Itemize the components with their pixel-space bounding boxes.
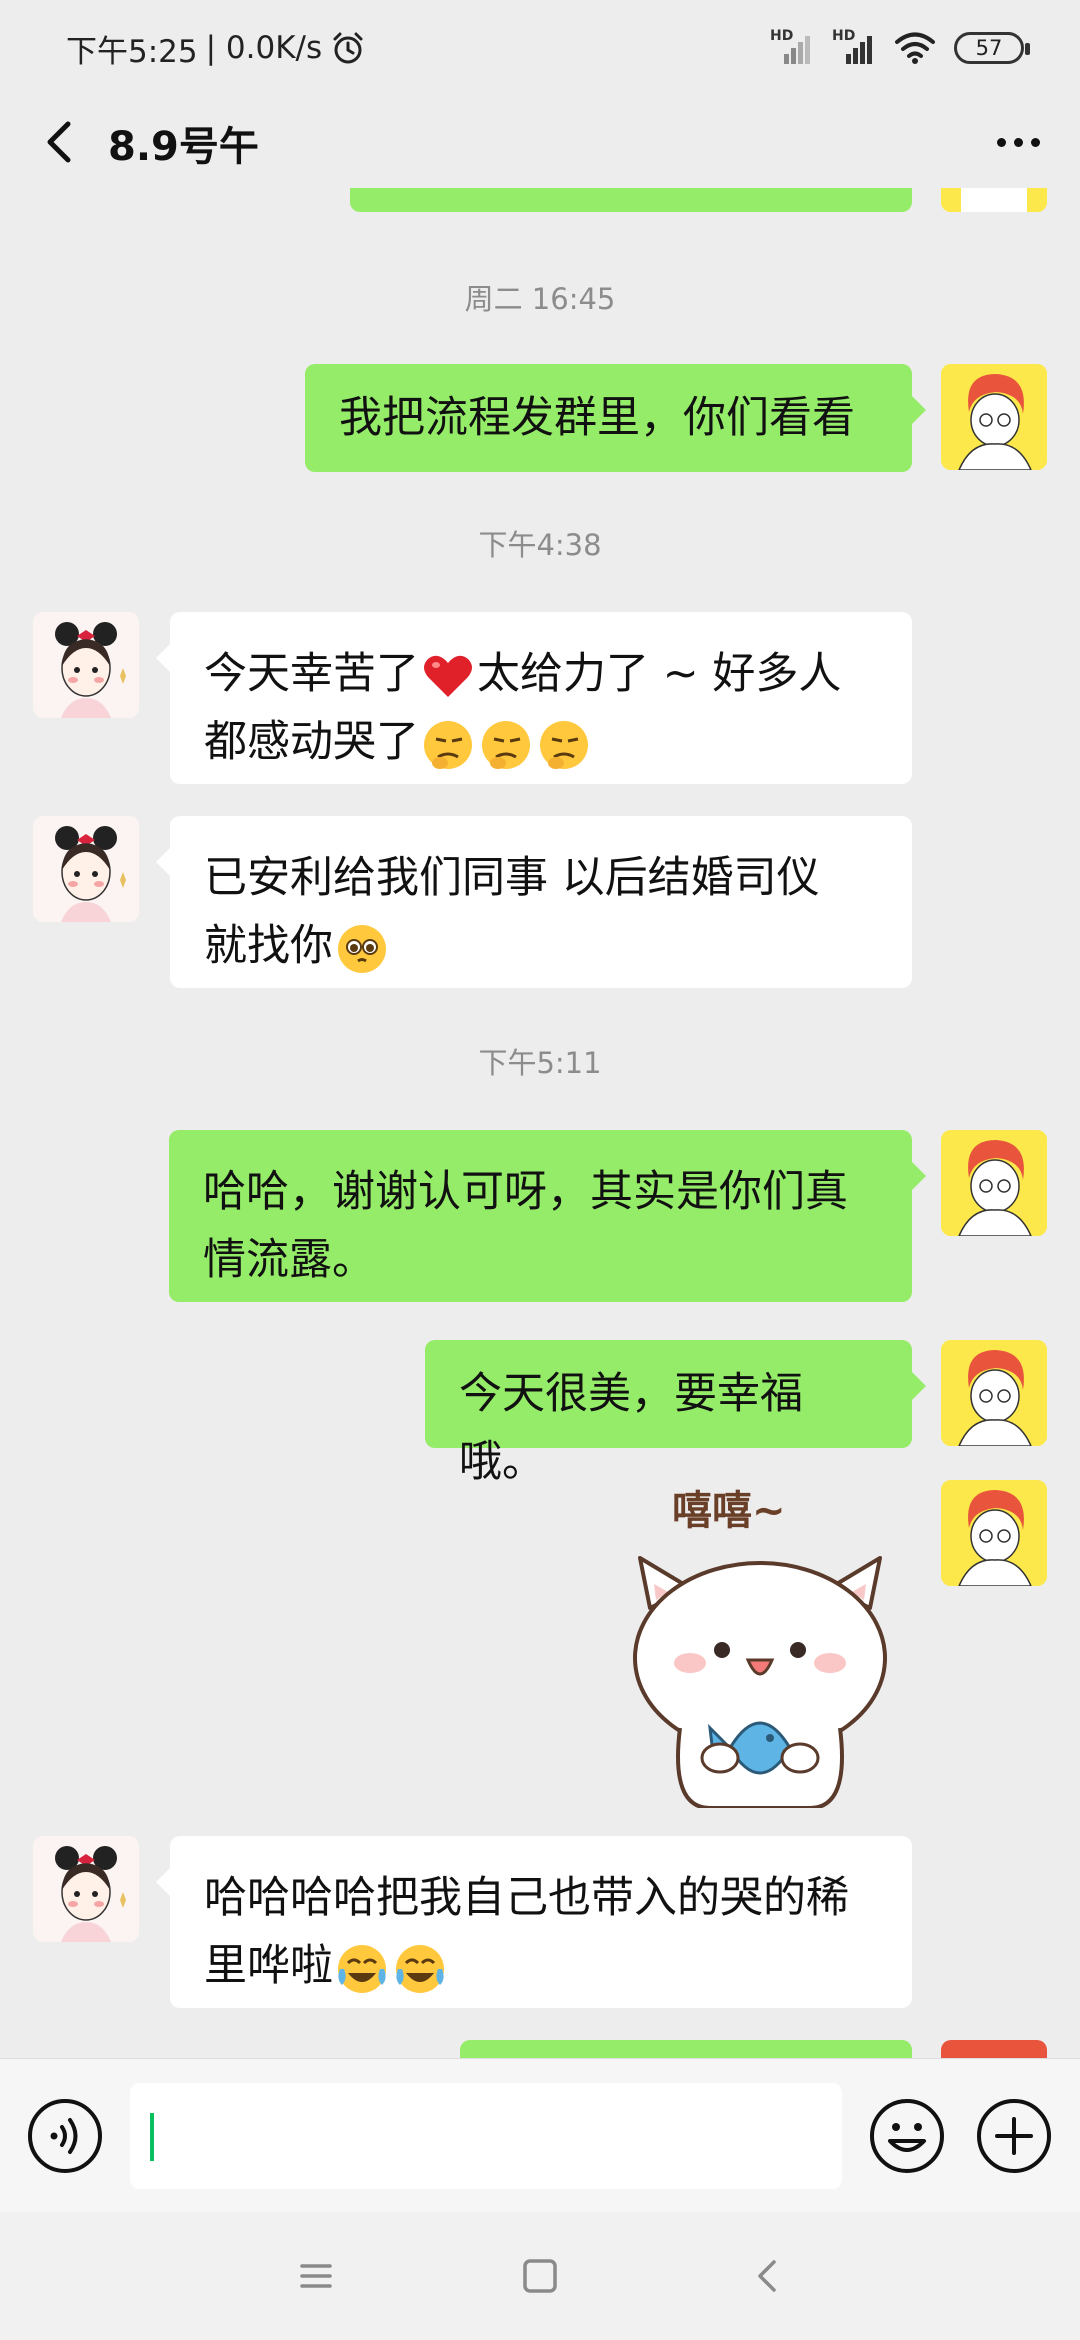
previous-message-bubble[interactable] [350, 188, 912, 212]
message-line: 情流露。 [203, 1235, 375, 1285]
menu-icon [300, 2264, 332, 2288]
more-functions-button[interactable] [975, 2097, 1053, 2175]
message-line: 里哗啦 [204, 1932, 878, 2000]
nav-menu-button[interactable] [292, 2252, 340, 2300]
contact-avatar[interactable] [33, 816, 139, 922]
input-bar [0, 2058, 1080, 2212]
plus-icon [977, 2099, 1051, 2173]
avatar-boy-icon [941, 188, 1047, 212]
message-line: 已安利给我们同事 以后结婚司仪 [204, 853, 820, 903]
sent-message-bubble[interactable]: 哈哈，谢谢认可呀，其实是你们真 情流露。 [169, 1130, 926, 1302]
status-left: 下午5:25 | 0.0K/s [66, 26, 366, 70]
signal-1: HD [770, 28, 814, 68]
chevron-left-icon [47, 121, 71, 163]
chat-header: 8.9号午 [0, 96, 1080, 188]
battery-indicator: 57 [954, 32, 1030, 64]
emoji-icon [870, 2099, 944, 2173]
timestamp: 周二 16:45 [464, 282, 616, 316]
nav-home-button[interactable] [516, 2252, 564, 2300]
wifi-icon [895, 32, 935, 64]
message-line: 哈哈哈哈把我自己也带入的哭的稀 [204, 1873, 849, 1923]
nav-back-button[interactable] [744, 2252, 792, 2300]
more-dot [1030, 137, 1040, 147]
message-text: 今天幸苦了 [204, 649, 419, 699]
more-dots-icon [996, 137, 1006, 147]
message-line: 都感动哭了 [204, 708, 878, 776]
message-line: 今天幸苦了 太给力了 ~ 好多人 [204, 640, 878, 708]
chat-area[interactable]: 周二 16:45 我把流程发群里，你们看看 下午4:38 今天幸苦了 太给力了 … [0, 188, 1080, 2058]
cat-holding-fish-icon [633, 1556, 887, 1808]
status-right: HD HD 57 [770, 24, 1030, 72]
message-line: 就找你 [204, 912, 878, 980]
message-text: 我把流程发群里，你们看看 [339, 393, 855, 443]
sent-message-bubble[interactable]: 我把流程发群里，你们看看 [305, 364, 926, 472]
emoji-button[interactable] [868, 2097, 946, 2175]
avatar-boy-icon [941, 1340, 1047, 1446]
next-message-bubble[interactable] [460, 2040, 912, 2058]
avatar-boy-icon [941, 1480, 1047, 1586]
sent-message-bubble[interactable]: 今天很美，要幸福哦。 [425, 1340, 926, 1487]
face-emoji-icon [482, 720, 530, 769]
more-dot [1013, 137, 1023, 147]
text-caret [150, 2113, 154, 2161]
received-message-bubble[interactable]: 哈哈哈哈把我自己也带入的哭的稀 里哗啦 [156, 1836, 912, 2008]
message-text: 就找你 [204, 921, 333, 971]
message-text: 都感动哭了 [204, 717, 419, 767]
pleading-face-icon [338, 924, 386, 973]
status-time: 下午5:25 [66, 33, 198, 70]
my-avatar[interactable] [941, 1480, 1047, 1586]
avatar-boy-icon [941, 1130, 1047, 1236]
next-avatar[interactable] [941, 2040, 1047, 2058]
signal-bars-icon [846, 36, 872, 64]
voice-icon [28, 2099, 102, 2173]
message-input[interactable] [130, 2083, 842, 2189]
cat-sticker[interactable]: 嘻嘻~ [610, 1478, 910, 1808]
red-heart-icon [424, 655, 472, 697]
back-triangle-icon [758, 2260, 776, 2292]
face-emoji-icon [424, 720, 472, 769]
avatar-girl-icon [33, 1836, 139, 1942]
signal-2: HD [832, 28, 876, 68]
avatar-girl-icon [33, 816, 139, 922]
sticker-caption: 嘻嘻~ [672, 1488, 786, 1534]
battery-level: 57 [975, 36, 1003, 60]
alarm-icon [333, 32, 363, 64]
network-speed: | 0.0K/s [205, 30, 323, 66]
my-avatar[interactable] [941, 364, 1047, 470]
status-bar: 下午5:25 | 0.0K/s HD HD 57 [0, 0, 1080, 96]
chat-title: 8.9号午 [108, 124, 259, 170]
received-message-bubble[interactable]: 已安利给我们同事 以后结婚司仪 就找你 [156, 816, 912, 988]
system-nav-bar [0, 2212, 1080, 2340]
my-avatar[interactable] [941, 1130, 1047, 1236]
avatar-girl-icon [33, 612, 139, 718]
message-line: 哈哈，谢谢认可呀，其实是你们真 [203, 1167, 848, 1217]
previous-avatar[interactable] [941, 188, 1047, 212]
timestamp: 下午4:38 [478, 528, 602, 562]
message-text: 太给力了 ~ 好多人 [477, 649, 842, 699]
tears-of-joy-icon [396, 1944, 444, 1993]
voice-button[interactable] [26, 2097, 104, 2175]
avatar-boy-icon [941, 364, 1047, 470]
timestamp: 下午5:11 [478, 1046, 602, 1080]
message-text: 今天很美，要幸福哦。 [459, 1369, 803, 1487]
my-avatar[interactable] [941, 1340, 1047, 1446]
tears-of-joy-icon [338, 1944, 386, 1993]
face-emoji-icon [540, 720, 588, 769]
signal-bars-icon [784, 36, 810, 64]
contact-avatar[interactable] [33, 612, 139, 718]
message-text: 里哗啦 [204, 1941, 333, 1991]
received-message-bubble[interactable]: 今天幸苦了 太给力了 ~ 好多人 都感动哭了 [156, 612, 912, 784]
more-button[interactable] [986, 110, 1050, 174]
home-square-icon [523, 2259, 557, 2293]
contact-avatar[interactable] [33, 1836, 139, 1942]
back-button[interactable] [30, 110, 94, 174]
